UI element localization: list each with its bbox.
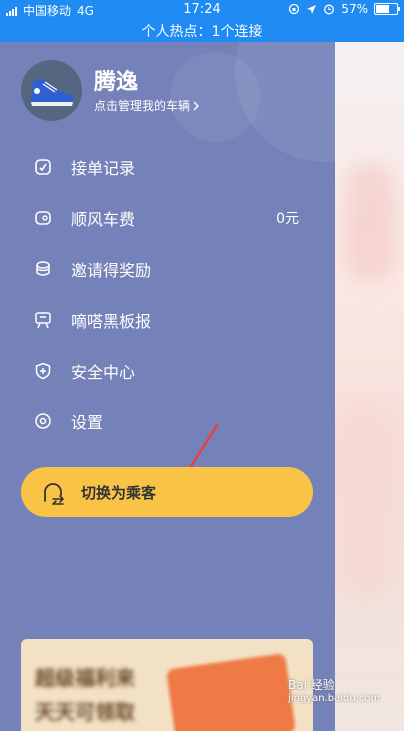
menu-label: 接单记录 (71, 159, 136, 179)
chevron-right-icon (193, 101, 200, 110)
sneaker-avatar-icon (21, 60, 82, 121)
switch-to-passenger-label: 切换为乘客 (81, 483, 157, 502)
menu-label: 安全中心 (71, 362, 136, 382)
status-bar: 中国移动 4G 17:24 57% 个人热点：1个连接 (0, 0, 404, 42)
blackboard-icon (35, 312, 51, 329)
manage-vehicle-link[interactable]: 点击管理我的车辆 (94, 97, 200, 114)
menu-item-safety[interactable]: 安全中心 (0, 345, 335, 396)
menu-label: 邀请得奖励 (71, 260, 152, 280)
menu-label: 嘀嗒黑板报 (71, 311, 152, 331)
wallet-icon (35, 211, 51, 225)
menu-label: 顺风车费 (71, 210, 136, 230)
watermark-url: jingyan.baidu.com (288, 693, 381, 704)
menu-item-invite[interactable]: 邀请得奖励 (0, 244, 335, 295)
shield-icon (35, 362, 51, 379)
promo-card-image (166, 653, 296, 731)
gift-icon (36, 261, 50, 276)
promo-text: 超级福利来 天天可领取 (35, 661, 135, 729)
user-name[interactable]: 腾逸 (94, 64, 138, 96)
watermark: Bai 经验 jingyan.baidu.com (288, 678, 380, 706)
menu-label: 设置 (71, 413, 104, 433)
menu-item-settings[interactable]: 设置 (0, 396, 335, 447)
switch-role-icon (44, 483, 65, 505)
order-record-icon (35, 159, 51, 176)
menu-item-fare[interactable]: 顺风车费 0元 (0, 193, 335, 244)
side-drawer: 腾逸 点击管理我的车辆 接单记录 顺风车费 0元 邀请得奖励 嘀嗒黑板报 安全中… (0, 42, 335, 731)
battery-percent: 57% (341, 2, 368, 16)
status-right: 57% (288, 2, 400, 16)
avatar[interactable] (21, 60, 82, 121)
promo-line1: 超级福利来 (35, 666, 135, 690)
menu-item-blackboard[interactable]: 嘀嗒黑板报 (0, 294, 335, 345)
manage-vehicle-label: 点击管理我的车辆 (94, 99, 191, 113)
battery-icon (374, 3, 400, 15)
watermark-text: Bai 经验 (288, 678, 335, 692)
promo-line2: 天天可领取 (35, 700, 135, 724)
switch-to-passenger-button[interactable]: 切换为乘客 (21, 467, 313, 517)
location-icon (307, 4, 317, 14)
fare-amount: 0元 (276, 211, 299, 228)
background-page[interactable] (335, 42, 404, 731)
alarm-icon (324, 4, 335, 15)
hotspot-banner[interactable]: 个人热点：1个连接 (0, 21, 404, 41)
rotation-lock-icon (289, 3, 300, 15)
drawer-menu: 接单记录 顺风车费 0元 邀请得奖励 嘀嗒黑板报 安全中心 设置 (0, 142, 335, 447)
promo-banner[interactable]: 超级福利来 天天可领取 (21, 639, 313, 731)
settings-icon (35, 413, 51, 430)
menu-item-order-record[interactable]: 接单记录 (0, 142, 335, 193)
